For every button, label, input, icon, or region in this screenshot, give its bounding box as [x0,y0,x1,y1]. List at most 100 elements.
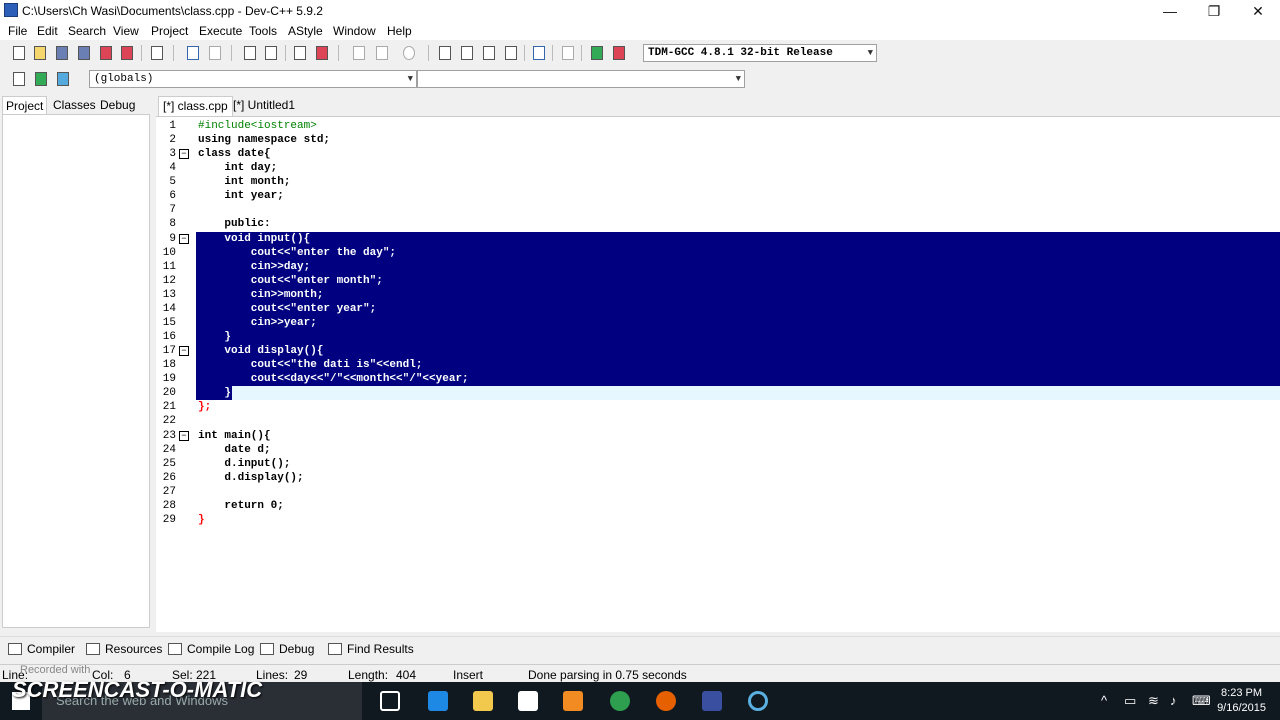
tab-find-results[interactable]: Find Results [328,640,414,658]
code-line[interactable]: 18 cout<<"the dati is"<<endl; [156,358,1280,373]
screencast-icon[interactable] [748,691,768,711]
print-icon[interactable] [148,44,166,62]
minimize-button[interactable]: — [1148,0,1192,22]
tab-debug-output[interactable]: Debug [260,640,314,658]
goto-declaration-icon[interactable] [32,70,50,88]
goto-line-icon[interactable] [291,44,309,62]
wifi-icon[interactable]: ≋ [1148,693,1159,709]
taskbar-clock[interactable]: 8:23 PM 9/16/2015 [1217,686,1266,716]
code-line[interactable]: 24 date d; [156,443,1280,457]
code-line[interactable]: 4 int day; [156,161,1280,175]
find-icon[interactable] [241,44,259,62]
maximize-button[interactable]: ❐ [1192,0,1236,22]
tab-untitled1[interactable]: [*] Untitled1 [229,96,299,116]
replace-icon[interactable] [262,44,280,62]
tab-compiler[interactable]: Compiler [8,640,75,658]
chrome-icon[interactable] [610,691,630,711]
code-line[interactable]: 15 cin>>year; [156,315,1280,330]
delete-profile-icon[interactable] [610,44,628,62]
project-options-icon[interactable] [502,44,520,62]
code-line[interactable]: 14 cout<<"enter year"; [156,301,1280,316]
file-explorer-icon[interactable] [473,691,493,711]
fold-toggle-icon[interactable]: − [179,346,189,357]
add-to-project-icon[interactable] [458,44,476,62]
code-line[interactable]: 27 [156,485,1280,499]
profile-analysis-icon[interactable] [588,44,606,62]
code-line[interactable]: 3− class date{ [156,147,1280,161]
tab-project[interactable]: Project [2,96,48,114]
code-line[interactable]: 6 int year; [156,189,1280,203]
close-button[interactable]: ✕ [1236,0,1280,22]
code-line[interactable]: 22 [156,414,1280,428]
code-line[interactable]: 28 return 0; [156,499,1280,513]
store-icon[interactable] [518,691,538,711]
code-line[interactable]: 7 [156,203,1280,217]
code-line[interactable]: 17− void display(){ [156,344,1280,359]
close-all-icon[interactable] [118,44,136,62]
syntax-check-icon[interactable] [530,44,548,62]
member-select[interactable]: ▼ [417,70,745,88]
code-line[interactable]: 23− int main(){ [156,429,1280,443]
compiler-select[interactable]: TDM-GCC 4.8.1 32-bit Release ▼ [643,44,877,62]
task-view-icon[interactable] [380,691,400,711]
fold-toggle-icon[interactable]: − [179,149,189,160]
menu-search[interactable]: Search [68,24,106,38]
save-all-icon[interactable] [75,44,93,62]
keyboard-icon[interactable]: ⌨ [1192,693,1211,709]
code-line[interactable]: 21}; [156,400,1280,414]
code-line[interactable]: 20 } [156,386,1280,401]
menu-help[interactable]: Help [387,24,412,38]
menu-edit[interactable]: Edit [37,24,58,38]
fold-toggle-icon[interactable]: − [179,430,189,441]
unindent-icon[interactable] [373,44,391,62]
toggle-bookmark-icon[interactable] [313,44,331,62]
menu-project[interactable]: Project [151,24,188,38]
menu-file[interactable]: File [8,24,27,38]
menu-view[interactable]: View [113,24,139,38]
project-tree[interactable] [2,114,150,628]
code-line[interactable]: 19 cout<<day<<"/"<<month<<"/"<<year; [156,372,1280,387]
code-editor[interactable]: 1 #include<iostream> 2 using namespace std;… [156,116,1280,632]
menu-tools[interactable]: Tools [249,24,277,38]
new-project-icon[interactable] [436,44,454,62]
close-file-icon[interactable] [97,44,115,62]
code-line[interactable]: 8 public: [156,217,1280,231]
tab-resources[interactable]: Resources [86,640,162,658]
tab-class-cpp[interactable]: [*] class.cpp [158,96,233,116]
firefox-icon[interactable] [656,691,676,711]
code-line[interactable]: 10 cout<<"enter the day"; [156,245,1280,260]
menu-execute[interactable]: Execute [199,24,242,38]
open-file-icon[interactable] [31,44,49,62]
scope-select[interactable]: (globals) ▼ [89,70,417,88]
code-line[interactable]: 12 cout<<"enter month"; [156,273,1280,288]
code-line[interactable]: 16 } [156,330,1280,345]
code-line[interactable]: 9− void input(){ [156,231,1280,246]
save-icon[interactable] [53,44,71,62]
stop-execution-icon[interactable] [559,44,577,62]
code-line[interactable]: 26 d.display(); [156,471,1280,485]
undo-icon[interactable] [184,44,202,62]
redo-icon[interactable] [206,44,224,62]
code-line[interactable]: 29} [156,513,1280,527]
code-line[interactable]: 2 using namespace std; [156,133,1280,147]
menu-astyle[interactable]: AStyle [288,24,323,38]
devcpp-taskbar-icon[interactable] [702,691,722,711]
toggle-comment-icon[interactable] [400,44,418,62]
code-line[interactable]: 5 int month; [156,175,1280,189]
tab-classes[interactable]: Classes [50,96,99,114]
code-line[interactable]: 13 cin>>month; [156,287,1280,302]
insert-icon[interactable] [10,70,28,88]
code-line[interactable]: 25 d.input(); [156,457,1280,471]
new-file-icon[interactable] [10,44,28,62]
tray-chevron-up-icon[interactable]: ^ [1101,693,1107,708]
menu-window[interactable]: Window [333,24,376,38]
edge-browser-icon[interactable] [428,691,448,711]
remove-from-project-icon[interactable] [480,44,498,62]
code-line[interactable]: 1 #include<iostream> [156,119,1280,133]
tab-compile-log[interactable]: Compile Log [168,640,254,658]
fold-toggle-icon[interactable]: − [179,233,189,244]
volume-icon[interactable]: ♪ [1170,693,1177,708]
tab-debug[interactable]: Debug [97,96,138,114]
goto-definition-icon[interactable] [54,70,72,88]
indent-icon[interactable] [350,44,368,62]
